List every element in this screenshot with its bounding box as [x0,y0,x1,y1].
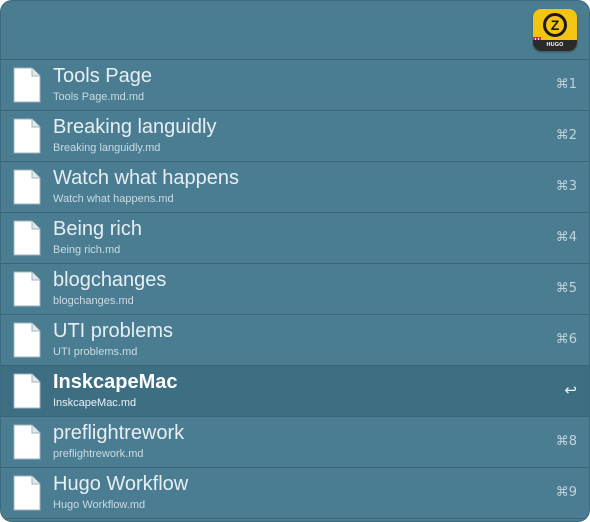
result-shortcut: ⌘1 [555,77,577,92]
z-logo-icon: Z [543,13,567,37]
result-title: Hugo Workflow [53,473,189,495]
document-icon [13,475,41,511]
result-subtitle: InskcapeMac.md [53,397,137,409]
result-row[interactable]: Hugo Workflow Hugo Workflow.md ⌘9 [1,468,589,519]
result-subtitle: UTI problems.md [53,346,138,358]
result-row[interactable]: Watch what happens Watch what happens.md ⌘… [1,162,589,213]
result-subtitle: Watch what happens.md [53,193,174,205]
result-title: Tools Page [53,65,152,87]
result-shortcut: ⌘5 [555,281,577,296]
document-icon [13,169,41,205]
search-bar: Z H HUGO WORKFLOW [1,1,589,60]
document-icon [13,67,41,103]
result-title: Watch what happens [53,167,240,189]
result-shortcut: ⌘4 [555,230,577,245]
result-shortcut: ⌘3 [555,179,577,194]
result-title: InskcapeMac [53,371,178,393]
document-icon [13,220,41,256]
result-title: blogchanges [53,269,167,291]
result-subtitle: Being rich.md [53,244,121,256]
result-row[interactable]: preflightrework preflightrework.md ⌘8 [1,417,589,468]
result-row[interactable]: Breaking languidly Breaking languidly.md ⌘… [1,111,589,162]
result-shortcut: ↩ [564,381,577,399]
result-row[interactable]: Tools Page Tools Page.md.md ⌘1 [1,60,589,111]
result-row[interactable]: InskcapeMac InskcapeMac.md ↩ [1,366,589,417]
result-title: UTI problems [53,320,174,342]
result-shortcut: ⌘9 [555,485,577,500]
result-row[interactable]: Being rich Being rich.md ⌘4 [1,213,589,264]
hugo-workflow-icon: Z H HUGO WORKFLOW [533,9,577,51]
document-icon [13,424,41,460]
workflow-icon-label: HUGO WORKFLOW [533,40,577,51]
document-icon [13,373,41,409]
result-row[interactable]: blogchanges blogchanges.md ⌘5 [1,264,589,315]
result-title: Being rich [53,218,142,240]
results-list: Tools Page Tools Page.md.md ⌘1 Breaking lan… [1,60,589,519]
result-shortcut: ⌘6 [555,332,577,347]
document-icon [13,322,41,358]
search-input[interactable] [15,15,519,47]
document-icon [13,271,41,307]
result-subtitle: Hugo Workflow.md [53,499,146,511]
result-subtitle: Tools Page.md.md [53,91,145,103]
launcher-window: Z H HUGO WORKFLOW Tools Page Tools Page.m… [0,0,590,522]
document-icon [13,118,41,154]
result-title: preflightrework [53,422,185,444]
result-subtitle: preflightrework.md [53,448,144,460]
result-title: Breaking languidly [53,116,217,138]
result-subtitle: blogchanges.md [53,295,134,307]
result-shortcut: ⌘8 [555,434,577,449]
result-shortcut: ⌘2 [555,128,577,143]
result-row[interactable]: UTI problems UTI problems.md ⌘6 [1,315,589,366]
result-subtitle: Breaking languidly.md [53,142,161,154]
